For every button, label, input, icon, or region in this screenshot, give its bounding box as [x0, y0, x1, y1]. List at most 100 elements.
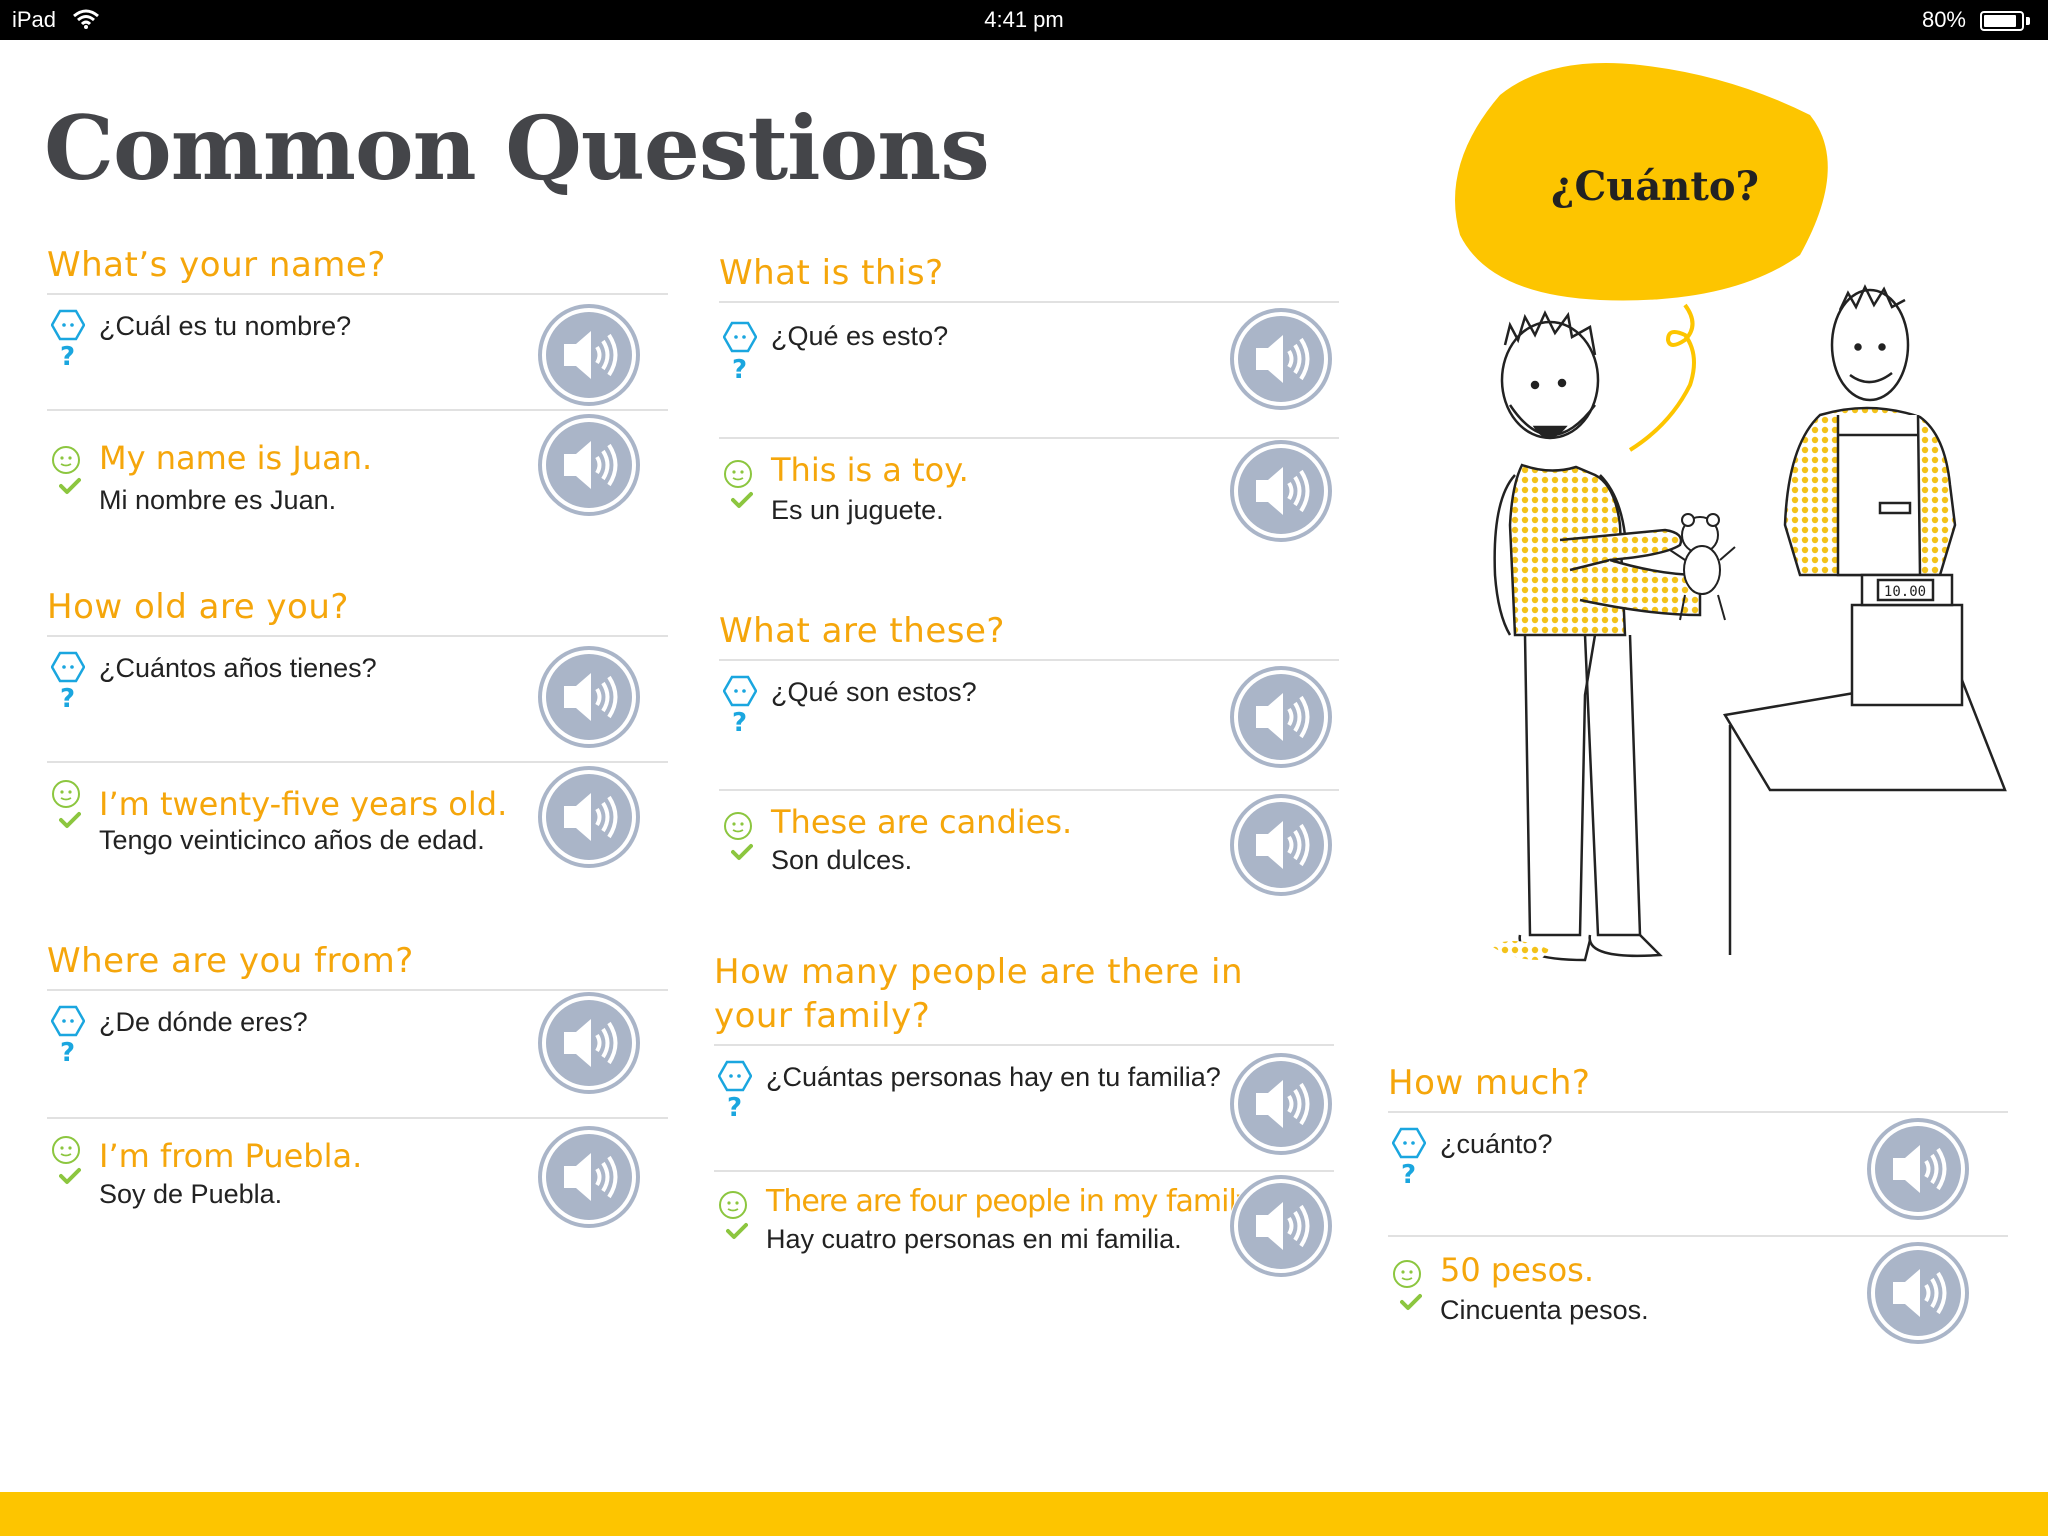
section-whats-your-name: What’s your name? ? ¿Cuál es tu nombre? … [47, 243, 668, 539]
customer-figure [1493, 310, 1702, 962]
play-answer-audio-button[interactable] [537, 1125, 641, 1229]
smiley-icon [52, 1136, 80, 1164]
question-face-icon [51, 309, 85, 341]
play-answer-audio-button[interactable] [1229, 793, 1333, 897]
question-row: ? ¿Cuántos años tienes? [47, 637, 668, 761]
play-answer-audio-button[interactable] [1229, 439, 1333, 543]
answer-row: I’m from Puebla. Soy de Puebla. [47, 1119, 668, 1247]
speaker-icon [1867, 1242, 1969, 1344]
check-icon [1400, 1294, 1422, 1310]
smiley-icon [52, 446, 80, 474]
speaker-icon [1230, 1053, 1332, 1155]
answer-row: There are four people in my family. Hay … [714, 1172, 1334, 1300]
question-face-icon [723, 675, 757, 707]
question-face-icon [723, 321, 757, 353]
speaker-icon [538, 1126, 640, 1228]
shop-counter: 10.00 [1722, 573, 2007, 955]
answer-english: These are candies. [771, 803, 1073, 841]
question-face-icon [1392, 1127, 1426, 1159]
play-answer-audio-button[interactable] [1229, 1174, 1333, 1278]
question-mark-icon: ? [727, 1093, 743, 1123]
smiley-icon [1393, 1260, 1421, 1288]
answer-row: I’m twenty-five years old. Tengo veintic… [47, 763, 668, 891]
play-question-audio-button[interactable] [537, 991, 641, 1095]
question-mark-icon: ? [1401, 1160, 1417, 1190]
play-question-audio-button[interactable] [1229, 1052, 1333, 1156]
play-answer-audio-button[interactable] [537, 765, 641, 869]
section-title: What are these? [719, 611, 1005, 651]
check-icon [731, 844, 753, 860]
speech-bubble-text: ¿Cuánto? [1551, 163, 1759, 210]
question-mark-icon: ? [60, 342, 76, 372]
smiley-icon [719, 1191, 747, 1219]
question-spanish: ¿Cuál es tu nombre? [99, 311, 352, 341]
question-mark-icon: ? [60, 684, 76, 714]
speaker-icon [1230, 794, 1332, 896]
check-icon [731, 492, 753, 508]
question-spanish: ¿Cuántas personas hay en tu familia? [766, 1062, 1221, 1092]
answer-spanish: Soy de Puebla. [99, 1179, 283, 1209]
battery-percent: 80% [1921, 7, 1966, 32]
answer-english: I’m twenty-five years old. [99, 785, 508, 823]
answer-english: There are four people in my family. [766, 1184, 1258, 1219]
section-where-are-you-from: Where are you from? ? ¿De dónde eres? I’… [47, 939, 668, 1247]
speaker-icon [538, 646, 640, 748]
smiley-icon [724, 812, 752, 840]
question-spanish: ¿Qué es esto? [771, 321, 949, 351]
section-how-much: How much? ? ¿cuánto? 50 pesos. Cincuenta… [1388, 1061, 2008, 1365]
answer-spanish: Tengo veinticinco años de edad. [99, 825, 485, 855]
clock: 4:41 pm [984, 7, 1064, 32]
question-spanish: ¿De dónde eres? [99, 1007, 308, 1037]
battery-icon [1980, 11, 2024, 31]
question-spanish: ¿cuánto? [1440, 1129, 1553, 1159]
answer-spanish: Cincuenta pesos. [1440, 1295, 1649, 1325]
question-row: ? ¿Cuál es tu nombre? [47, 295, 668, 409]
speaker-icon [1867, 1118, 1969, 1220]
speaker-icon [1230, 440, 1332, 542]
check-icon [59, 1168, 81, 1184]
section-title: How much? [1388, 1063, 1591, 1103]
play-answer-audio-button[interactable] [1866, 1241, 1970, 1345]
play-question-audio-button[interactable] [1866, 1117, 1970, 1221]
scale-display: 10.00 [1884, 584, 1926, 600]
section-title: How old are you? [47, 587, 349, 627]
answer-english: I’m from Puebla. [99, 1137, 363, 1175]
section-how-many-people: How many people are there in your family… [714, 950, 1334, 1300]
section-what-are-these: What are these? ? ¿Qué son estos? These … [719, 609, 1339, 919]
question-face-icon [718, 1060, 752, 1092]
check-icon [59, 478, 81, 494]
answer-english: This is a toy. [771, 451, 969, 489]
question-mark-icon: ? [60, 1038, 76, 1068]
shopkeeper-figure [1783, 284, 1957, 577]
question-mark-icon: ? [732, 708, 748, 738]
speaker-icon [538, 766, 640, 868]
question-mark-icon: ? [732, 355, 748, 385]
speaker-icon [538, 414, 640, 516]
answer-spanish: Son dulces. [771, 845, 913, 875]
answer-row: This is a toy. Es un juguete. [719, 439, 1339, 567]
section-title: What’s your name? [47, 245, 386, 285]
answer-row: These are candies. Son dulces. [719, 791, 1339, 919]
section-what-is-this: What is this? ? ¿Qué es esto? This is a … [719, 251, 1339, 567]
answer-row: 50 pesos. Cincuenta pesos. [1388, 1237, 2008, 1365]
question-spanish: ¿Qué son estos? [771, 677, 977, 707]
answer-row: My name is Juan. Mi nombre es Juan. [47, 411, 668, 539]
question-row: ? ¿cuánto? [1388, 1113, 2008, 1235]
play-question-audio-button[interactable] [1229, 665, 1333, 769]
play-question-audio-button[interactable] [537, 645, 641, 749]
section-title: How many people are there in your family… [714, 952, 1244, 1036]
status-bar: iPad 4:41 pm 80% [0, 0, 2048, 40]
smiley-icon [724, 460, 752, 488]
play-question-audio-button[interactable] [1229, 307, 1333, 411]
play-question-audio-button[interactable] [537, 303, 641, 407]
section-title: Where are you from? [47, 941, 414, 981]
speaker-icon [1230, 666, 1332, 768]
question-row: ? ¿De dónde eres? [47, 991, 668, 1117]
play-answer-audio-button[interactable] [537, 413, 641, 517]
question-row: ? ¿Cuántas personas hay en tu familia? [714, 1046, 1334, 1170]
section-title: What is this? [719, 253, 944, 293]
answer-spanish: Es un juguete. [771, 495, 944, 525]
section-how-old-are-you: How old are you? ? ¿Cuántos años tienes?… [47, 585, 668, 891]
speaker-icon [1230, 1175, 1332, 1277]
check-icon [59, 812, 81, 828]
